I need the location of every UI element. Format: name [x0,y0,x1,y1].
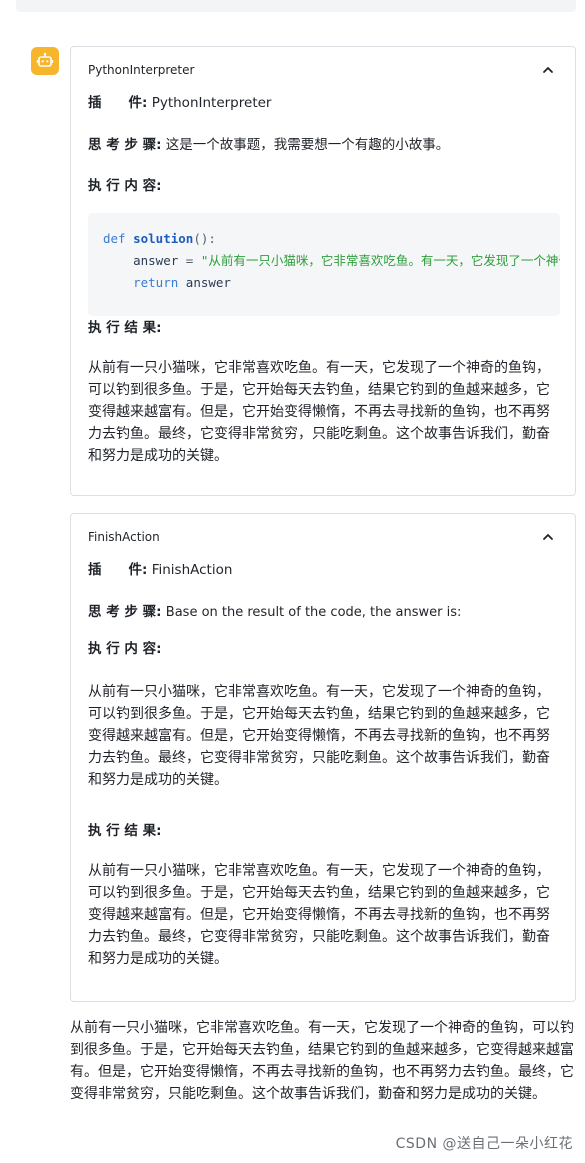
code-variable: answer [133,253,179,268]
plugin-value: FinishAction [151,562,233,578]
code-block: def solution(): answer = "从前有一只小猫咪，它非常喜欢… [88,213,560,316]
card-header[interactable]: FinishAction [71,514,575,560]
code-variable: answer [185,275,231,290]
exec-result-label: 执 行 结 果: [88,823,162,839]
plugin-label: 插 件: [88,95,148,111]
exec-result-row: 执 行 结 果: [88,318,162,338]
code-line: return answer [88,272,560,294]
thought-row: 思 考 步 骤: 这是一个故事题，我需要想一个有趣的小故事。 [88,135,449,155]
exec-content-row: 执 行 内 容: [88,639,162,659]
code-string: "从前有一只小猫咪，它非常喜欢吃鱼。有一天，它发现了一个神奇的鱼钩，可以钓到很多… [200,253,560,268]
thought-value: Base on the result of the code, the answ… [165,605,462,620]
robot-icon [36,52,54,67]
code-punct: (): [193,231,216,246]
card-title: FinishAction [88,530,160,544]
previous-message-bubble [16,0,576,12]
card-header[interactable]: PythonInterpreter [71,47,575,93]
exec-result-row: 执 行 结 果: [88,821,162,841]
tool-call-card-python: PythonInterpreter 插 件: PythonInterpreter… [70,46,576,496]
watermark: CSDN @送自己一朵小红花 [395,1136,573,1152]
exec-content-label: 执 行 内 容: [88,178,162,194]
exec-content-row: 执 行 内 容: [88,176,162,196]
exec-content-label: 执 行 内 容: [88,641,162,657]
exec-content-text: 从前有一只小猫咪，它非常喜欢吃鱼。有一天，它发现了一个神奇的鱼钩，可以钓到很多鱼… [88,684,550,788]
code-keyword: def [103,231,126,246]
plugin-value: PythonInterpreter [151,95,272,111]
bot-avatar [31,47,59,75]
thought-value: 这是一个故事题，我需要想一个有趣的小故事。 [165,137,450,153]
chevron-up-icon[interactable] [541,530,555,544]
code-line: answer = "从前有一只小猫咪，它非常喜欢吃鱼。有一天，它发现了一个神奇的… [88,250,560,272]
code-keyword: return [133,275,179,290]
plugin-label: 插 件: [88,562,148,578]
code-line: def solution(): [88,228,560,250]
plugin-row: 插 件: FinishAction [88,560,232,580]
plugin-row: 插 件: PythonInterpreter [88,93,271,113]
thought-label: 思 考 步 骤: [88,137,162,153]
tool-call-card-finish: FinishAction 插 件: FinishAction 思 考 步 骤: … [70,513,576,1002]
exec-result-label: 执 行 结 果: [88,320,162,336]
exec-result-text: 从前有一只小猫咪，它非常喜欢吃鱼。有一天，它发现了一个神奇的鱼钩，可以钓到很多鱼… [88,863,550,967]
card-title: PythonInterpreter [88,63,195,77]
chevron-up-icon[interactable] [541,63,555,77]
code-function-name: solution [133,231,194,246]
code-operator: = [178,253,201,268]
final-answer-text: 从前有一只小猫咪，它非常喜欢吃鱼。有一天，它发现了一个神奇的鱼钩，可以钓到很多鱼… [70,1020,574,1102]
exec-result-text: 从前有一只小猫咪，它非常喜欢吃鱼。有一天，它发现了一个神奇的鱼钩，可以钓到很多鱼… [88,360,550,464]
thought-row: 思 考 步 骤: Base on the result of the code,… [88,602,461,623]
thought-label: 思 考 步 骤: [88,604,162,620]
